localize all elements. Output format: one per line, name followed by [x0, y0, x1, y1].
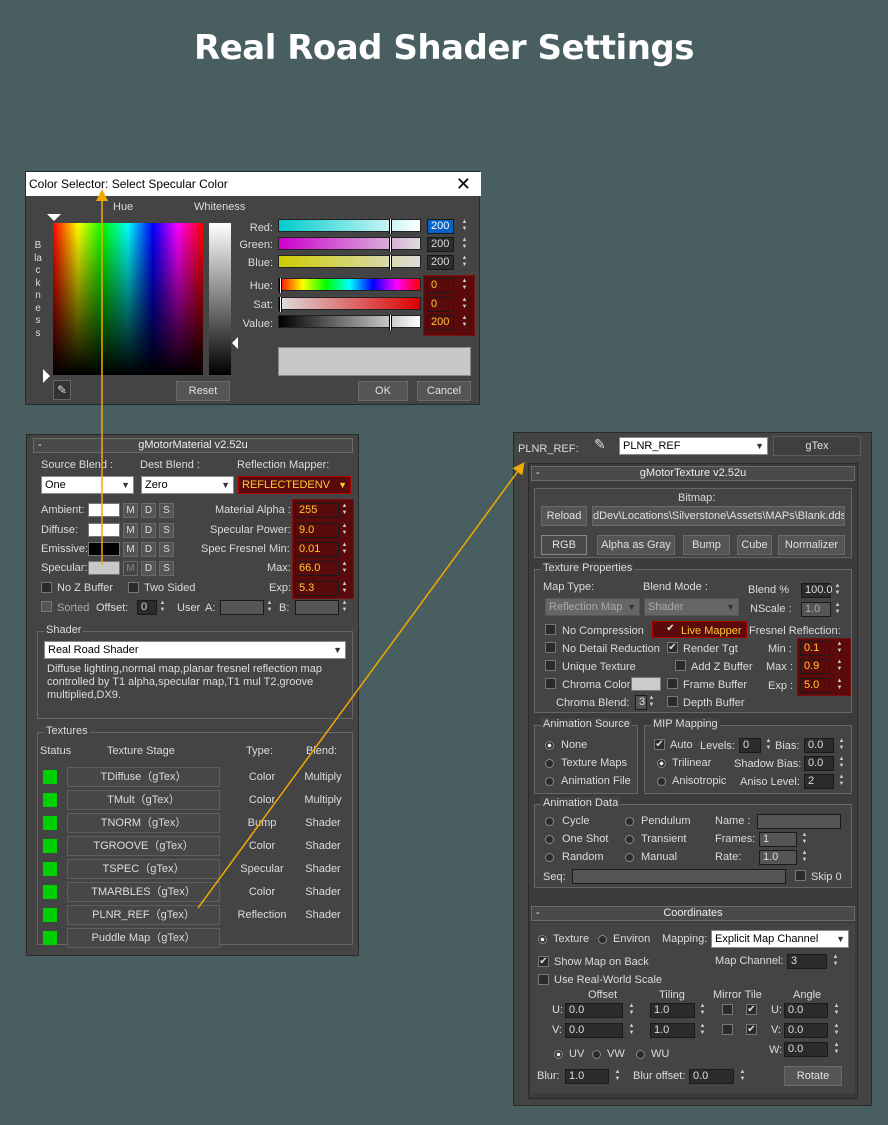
plnr-ref-arrow — [197, 462, 525, 909]
annotation-arrows — [96, 189, 525, 909]
